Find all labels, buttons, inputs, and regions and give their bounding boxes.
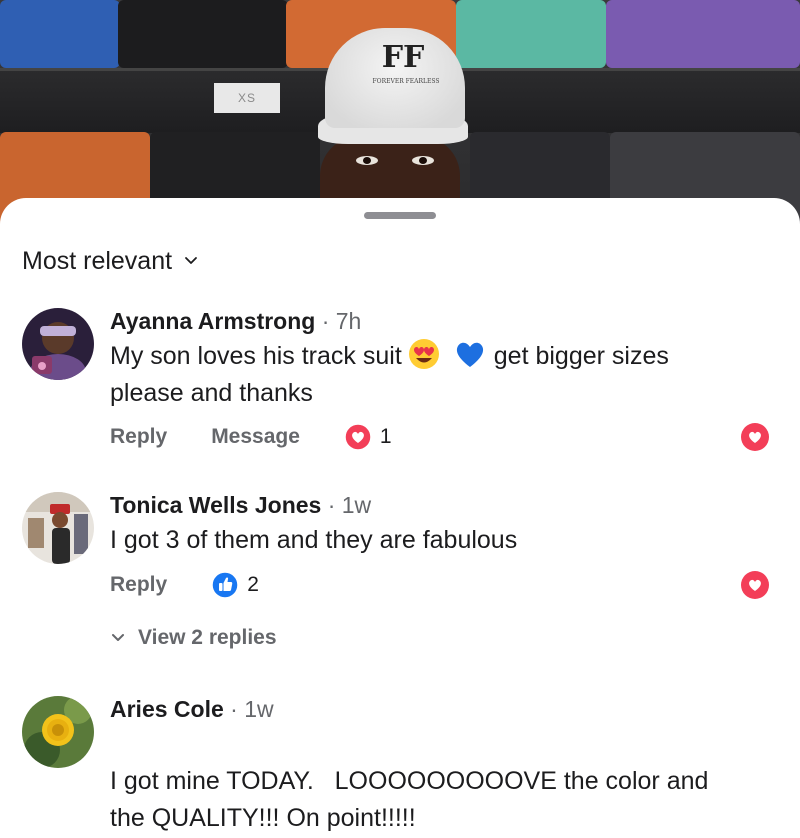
reaction-summary[interactable]: 1 xyxy=(344,423,392,451)
comment-actions: Reply Message 1 xyxy=(110,422,392,452)
author-name[interactable]: Ayanna Armstrong xyxy=(110,308,315,334)
comment-text-part: the QUALITY!!! On point!!!!! xyxy=(110,804,416,832)
video-background: XS FF FOREVER FEARLESS xyxy=(0,0,800,230)
comment-text-part: please and thanks xyxy=(110,379,313,407)
reaction-summary[interactable]: 2 xyxy=(211,571,259,599)
comment-actions: Reply 2 xyxy=(110,570,259,600)
comment-time: · 1w xyxy=(230,696,274,722)
hat-text: FOREVER FEARLESS xyxy=(372,78,440,85)
author-name[interactable]: Tonica Wells Jones xyxy=(110,492,321,518)
comments-sheet: Most relevant Ayanna Armstrong · 7h My s… xyxy=(0,198,800,838)
avatar[interactable] xyxy=(22,696,94,768)
comment-text-part: get bigger sizes xyxy=(493,342,669,370)
comment-header: Aries Cole · 1w xyxy=(110,694,750,724)
author-name[interactable]: Aries Cole xyxy=(110,696,224,722)
love-react-button[interactable] xyxy=(740,422,770,452)
message-button[interactable]: Message xyxy=(211,425,300,449)
sort-dropdown[interactable]: Most relevant xyxy=(22,244,198,278)
like-reaction-icon xyxy=(211,571,239,599)
hat-logo: FF xyxy=(381,40,425,75)
size-tag: XS xyxy=(214,83,280,113)
comment-header: Tonica Wells Jones · 1w xyxy=(110,490,750,520)
comment-time: · 7h xyxy=(321,308,362,334)
comment-time: · 1w xyxy=(327,492,372,518)
reply-button[interactable]: Reply xyxy=(110,425,167,449)
avatar[interactable] xyxy=(22,492,94,564)
left-eye xyxy=(356,156,378,165)
heart-eyes-emoji xyxy=(408,338,440,370)
avatar[interactable] xyxy=(22,308,94,380)
love-reaction-icon xyxy=(344,423,372,451)
reaction-count: 1 xyxy=(379,425,392,448)
sheet-grabber[interactable] xyxy=(364,212,436,219)
comment-text-part: I got mine TODAY. LOOOOOOOOOVE the color… xyxy=(110,767,709,795)
blue-heart-emoji xyxy=(454,338,486,370)
chevron-down-icon xyxy=(112,634,124,641)
comment-text: My son loves his track suit get bigger si… xyxy=(110,338,750,412)
chevron-down-icon xyxy=(185,257,197,264)
reaction-count: 2 xyxy=(247,573,259,596)
right-eye xyxy=(412,156,434,165)
comment-header: Ayanna Armstrong · 7h xyxy=(110,306,750,336)
reply-button[interactable]: Reply xyxy=(110,573,167,597)
comment-text: I got 3 of them and they are fabulous xyxy=(110,526,518,554)
sort-label: Most relevant xyxy=(22,246,173,275)
view-replies-button[interactable]: View 2 replies xyxy=(110,626,277,650)
love-react-button[interactable] xyxy=(740,570,770,600)
comment-text: I got mine TODAY. LOOOOOOOOOVE the color… xyxy=(110,726,750,837)
comment-text-part: My son loves his track suit xyxy=(110,342,402,370)
view-replies-label: View 2 replies xyxy=(138,626,277,649)
